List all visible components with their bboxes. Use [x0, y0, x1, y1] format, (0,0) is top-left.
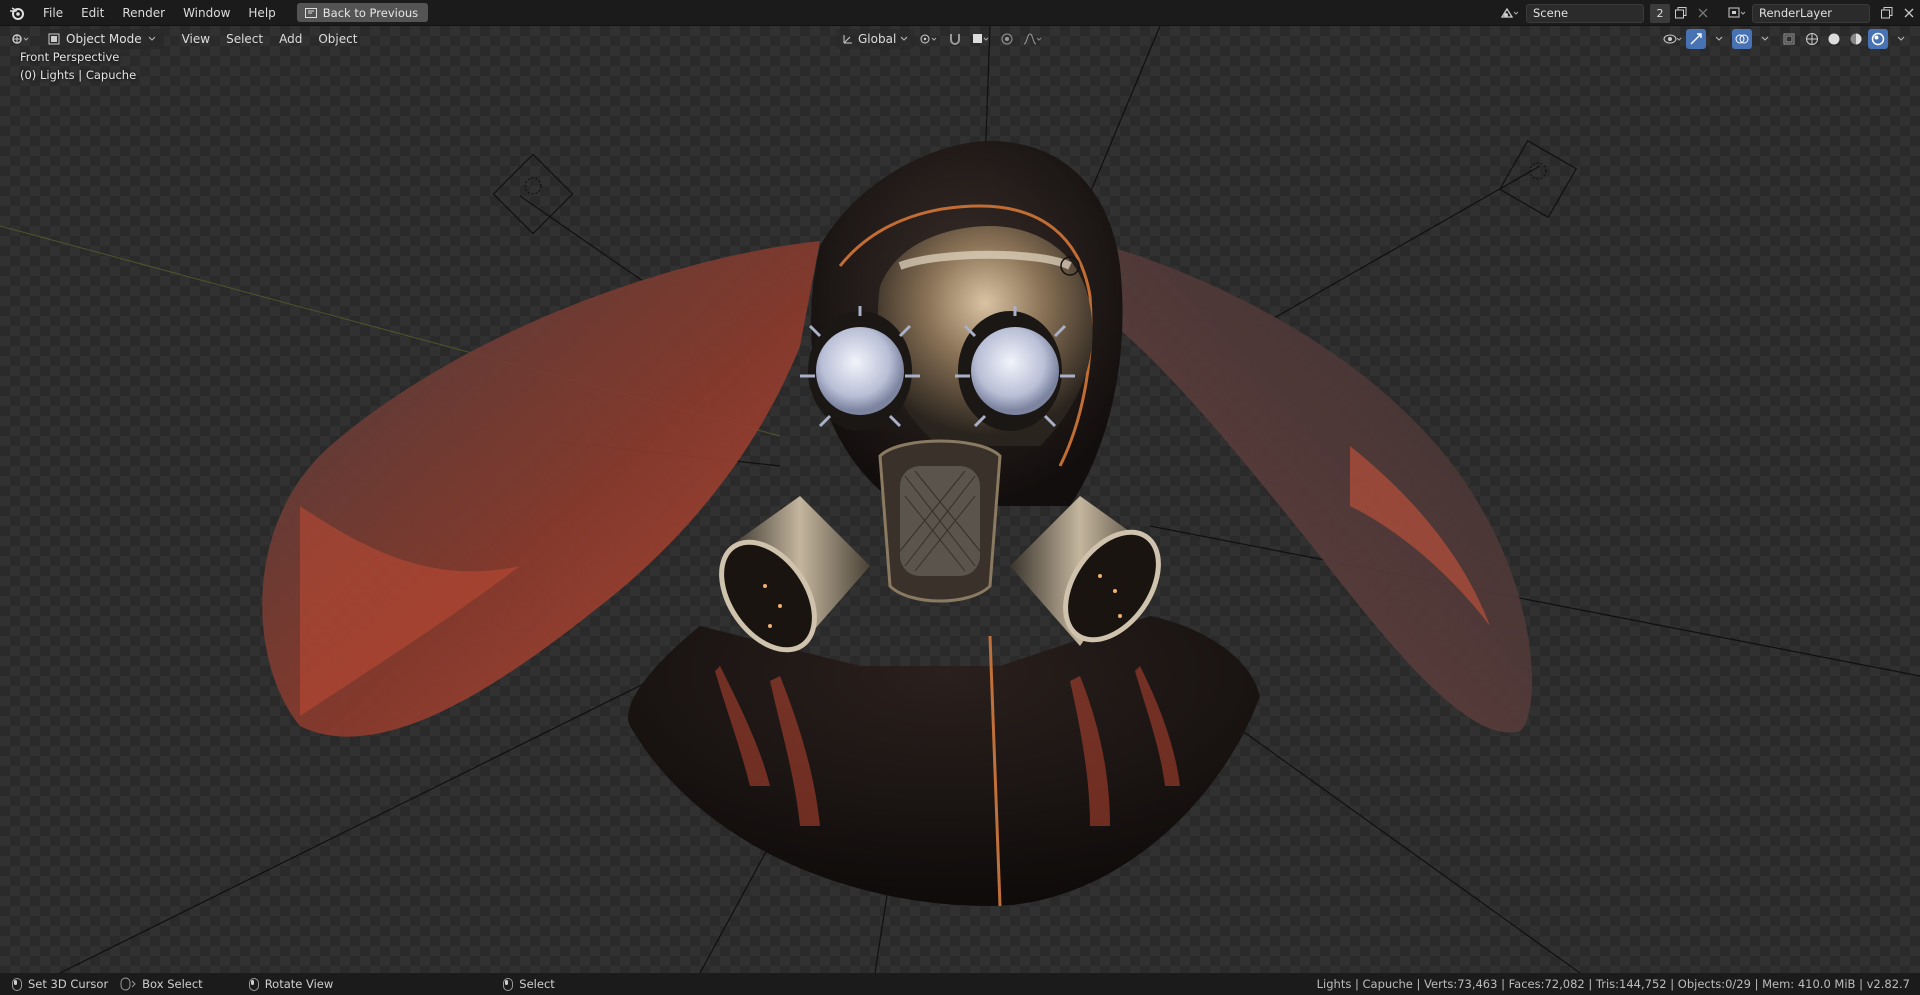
scene-render [0, 26, 1920, 973]
xray-toggle-icon[interactable] [1778, 30, 1800, 49]
scene-users-count[interactable]: 2 [1650, 3, 1670, 23]
mode-dropdown[interactable]: Object Mode [40, 29, 164, 49]
menu-add[interactable]: Add [271, 32, 310, 46]
menu-edit[interactable]: Edit [72, 0, 113, 26]
render-layer-browse-icon[interactable] [1726, 4, 1748, 23]
mouse-right-icon [503, 977, 514, 991]
falloff-icon[interactable] [1022, 30, 1044, 49]
hint-select: Select [503, 973, 555, 995]
overlays-toggle-icon[interactable] [1732, 29, 1752, 49]
transform-tools: Global [836, 29, 1044, 49]
main-menu: File Edit Render Window Help Back to Pre… [0, 0, 429, 26]
menu-object[interactable]: Object [310, 32, 365, 46]
mode-label: Object Mode [66, 32, 142, 46]
scene-name: Scene [1533, 6, 1569, 20]
render-layer-field[interactable]: RenderLayer [1752, 3, 1870, 23]
chevron-down-icon [148, 36, 155, 41]
shading-dropdown-icon[interactable] [1890, 30, 1912, 49]
menu-render[interactable]: Render [113, 0, 174, 26]
mouse-left-icon [12, 977, 22, 991]
solid-shading-icon[interactable] [1824, 29, 1844, 49]
mouse-middle-icon [248, 977, 259, 991]
menu-help[interactable]: Help [239, 0, 284, 26]
hint-box-select: Box Select [120, 973, 203, 995]
orientation-label: Global [858, 32, 897, 46]
snap-target-icon[interactable] [970, 30, 992, 49]
scene-statistics: Lights | Capuche | Verts:73,463 | Faces:… [1316, 977, 1910, 991]
rendered-shading-icon[interactable] [1868, 29, 1888, 49]
back-to-previous-button[interactable]: Back to Previous [296, 3, 429, 22]
menu-select[interactable]: Select [218, 32, 271, 46]
gizmo-toggle-icon[interactable] [1686, 29, 1706, 49]
orientation-icon [843, 35, 852, 44]
scene-selector-area: Scene 2 RenderLayer [1498, 0, 1920, 26]
pivot-point-icon[interactable] [918, 30, 940, 49]
hint-rotate-view-label: Rotate View [264, 977, 334, 991]
screen-icon [304, 7, 317, 18]
duplicate-layer-icon[interactable] [1876, 4, 1898, 23]
hint-set-cursor-label: Set 3D Cursor [28, 977, 109, 991]
view-name-label: Front Perspective [20, 50, 120, 64]
viewport-display-tools [1662, 29, 1912, 49]
menu-window[interactable]: Window [174, 0, 239, 26]
close-layer-icon[interactable] [1898, 4, 1920, 23]
duplicate-scene-icon[interactable] [1670, 4, 1692, 23]
3d-viewport[interactable]: Object Mode View Select Add Object Globa… [0, 26, 1920, 973]
hint-select-label: Select [519, 977, 555, 991]
snap-icon[interactable] [944, 30, 966, 49]
top-bar: File Edit Render Window Help Back to Pre… [0, 0, 1920, 26]
scene-name-field[interactable]: Scene [1526, 3, 1644, 23]
editor-type-icon[interactable] [10, 30, 32, 49]
menu-file[interactable]: File [34, 0, 72, 26]
proportional-edit-icon[interactable] [996, 30, 1018, 49]
chevron-down-icon [900, 36, 908, 41]
close-scene-icon[interactable] [1692, 4, 1714, 23]
overlays-dropdown-icon[interactable] [1754, 30, 1776, 49]
render-layer-name: RenderLayer [1759, 6, 1833, 20]
back-to-previous-label: Back to Previous [322, 5, 419, 20]
wireframe-shading-icon[interactable] [1802, 29, 1822, 49]
menu-view[interactable]: View [174, 32, 218, 46]
material-preview-icon[interactable] [1846, 29, 1866, 49]
status-bar: Set 3D Cursor Box Select Rotate View Sel… [0, 973, 1920, 995]
scene-browse-icon[interactable] [1498, 4, 1520, 23]
hint-set-cursor: Set 3D Cursor [12, 973, 108, 995]
blender-logo-icon[interactable] [0, 0, 34, 26]
gizmo-dropdown-icon[interactable] [1708, 30, 1730, 49]
visibility-icon[interactable] [1662, 30, 1684, 49]
hint-box-select-label: Box Select [142, 977, 203, 991]
object-mode-icon [48, 33, 60, 45]
object-info-label: (0) Lights | Capuche [20, 68, 137, 82]
mouse-drag-icon [120, 977, 136, 991]
hint-rotate-view: Rotate View [248, 973, 334, 995]
viewport-header: Object Mode View Select Add Object Globa… [0, 26, 1920, 52]
transform-orientation-dropdown[interactable]: Global [836, 29, 915, 49]
